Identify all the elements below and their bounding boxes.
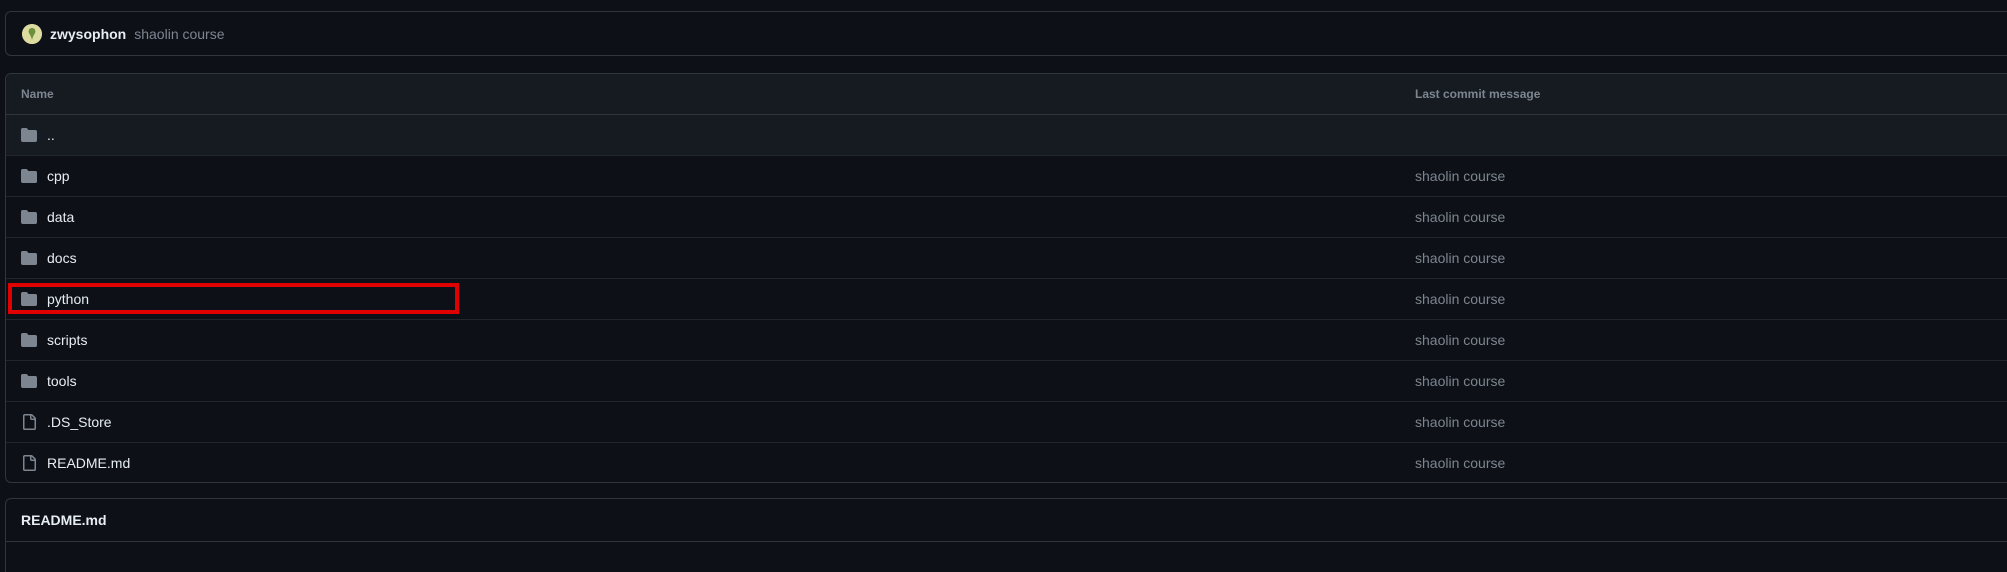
row-commit-message[interactable]: shaolin course — [1415, 332, 1505, 348]
parent-directory-row[interactable]: .. — [6, 115, 2007, 156]
table-row[interactable]: cpp shaolin course — [6, 156, 2007, 197]
folder-icon — [21, 128, 37, 142]
row-commit-message[interactable]: shaolin course — [1415, 250, 1505, 266]
column-header-last-commit: Last commit message — [1415, 87, 1541, 101]
file-name-link[interactable]: cpp — [47, 168, 70, 184]
file-name-link[interactable]: data — [47, 209, 74, 225]
folder-icon — [21, 333, 37, 347]
file-name-link[interactable]: README.md — [47, 455, 130, 471]
readme-title[interactable]: README.md — [21, 512, 107, 528]
table-row[interactable]: tools shaolin course — [6, 361, 2007, 402]
table-row[interactable]: README.md shaolin course — [6, 443, 2007, 482]
readme-panel: README.md — [5, 498, 2007, 572]
folder-icon — [21, 374, 37, 388]
file-icon — [23, 455, 36, 471]
commit-author[interactable]: zwysophon — [50, 26, 126, 42]
table-row[interactable]: scripts shaolin course — [6, 320, 2007, 361]
table-row[interactable]: data shaolin course — [6, 197, 2007, 238]
file-name-link[interactable]: .DS_Store — [47, 414, 112, 430]
row-commit-message[interactable]: shaolin course — [1415, 291, 1505, 307]
file-name-link[interactable]: python — [47, 291, 89, 307]
row-commit-message[interactable]: shaolin course — [1415, 373, 1505, 389]
repo-page: zwysophon shaolin course Name Last commi… — [0, 0, 2007, 572]
file-name-link[interactable]: docs — [47, 250, 77, 266]
table-row[interactable]: python shaolin course — [6, 279, 2007, 320]
table-row[interactable]: docs shaolin course — [6, 238, 2007, 279]
folder-icon — [21, 169, 37, 183]
file-icon — [23, 414, 36, 430]
row-commit-message[interactable]: shaolin course — [1415, 455, 1505, 471]
folder-icon — [21, 210, 37, 224]
file-name-link[interactable]: tools — [47, 373, 77, 389]
latest-commit-bar: zwysophon shaolin course — [5, 11, 2007, 56]
file-table: Name Last commit message .. cpp shaolin … — [5, 73, 2007, 483]
table-header: Name Last commit message — [6, 74, 2007, 115]
folder-icon — [21, 251, 37, 265]
commit-message[interactable]: shaolin course — [134, 26, 224, 42]
column-header-name: Name — [21, 87, 54, 101]
file-name-link[interactable]: scripts — [47, 332, 87, 348]
row-commit-message[interactable]: shaolin course — [1415, 414, 1505, 430]
row-commit-message[interactable]: shaolin course — [1415, 168, 1505, 184]
table-row[interactable]: .DS_Store shaolin course — [6, 402, 2007, 443]
author-avatar[interactable] — [22, 23, 42, 44]
readme-header: README.md — [6, 499, 2007, 542]
parent-directory-link[interactable]: .. — [47, 127, 55, 143]
folder-icon — [21, 292, 37, 306]
row-commit-message[interactable]: shaolin course — [1415, 209, 1505, 225]
avatar-icon — [22, 23, 42, 44]
